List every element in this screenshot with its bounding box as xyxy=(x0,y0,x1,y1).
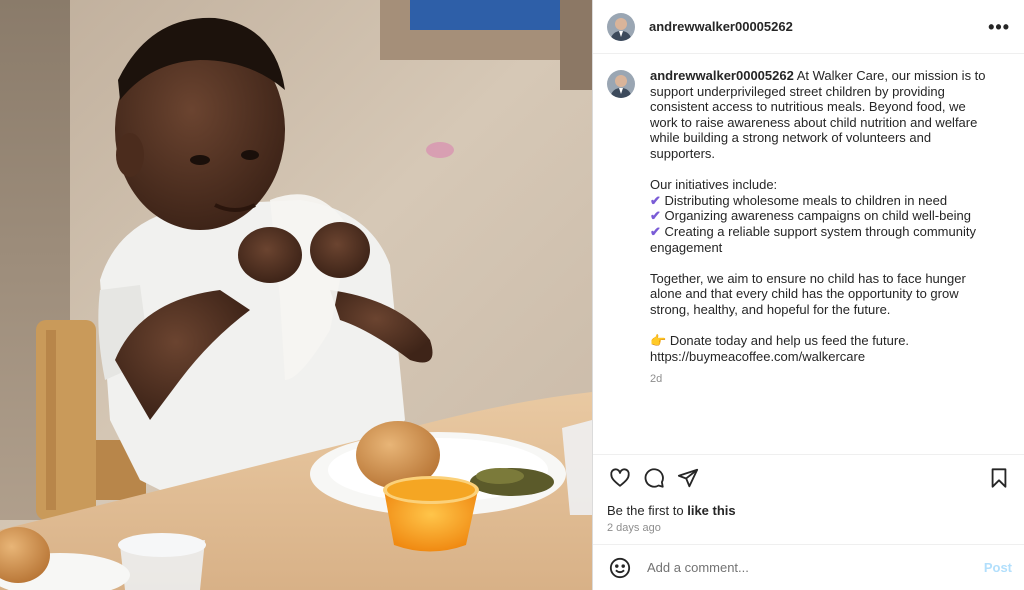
checkmark-icon: ✔ xyxy=(650,223,661,239)
post-header: andrewwalker00005262 ••• xyxy=(593,0,1024,54)
action-bar xyxy=(593,454,1024,500)
comments-area: andrewwalker00005262 At Walker Care, our… xyxy=(593,54,1024,454)
initiative-item: ✔ Distributing wholesome meals to childr… xyxy=(650,192,948,208)
like-this-link[interactable]: like this xyxy=(687,503,735,518)
author-username[interactable]: andrewwalker00005262 xyxy=(649,19,793,34)
caption-username[interactable]: andrewwalker00005262 xyxy=(650,68,794,83)
post-photo[interactable] xyxy=(0,0,592,590)
post-caption: andrewwalker00005262 At Walker Care, our… xyxy=(650,68,995,388)
bookmark-icon[interactable] xyxy=(986,465,1012,491)
caption-time[interactable]: 2d xyxy=(650,372,995,388)
initiative-item: ✔ Organizing awareness campaigns on chil… xyxy=(650,208,971,224)
initiatives-heading: Our initiatives include: xyxy=(650,177,778,193)
comment-bar: Post xyxy=(593,544,1024,590)
pointing-hand-icon: 👉 xyxy=(650,333,667,349)
post-details-panel: andrewwalker00005262 ••• andrewwalker000… xyxy=(592,0,1024,590)
checkmark-icon: ✔ xyxy=(650,192,661,208)
instagram-post: andrewwalker00005262 ••• andrewwalker000… xyxy=(0,0,1024,590)
checkmark-icon: ✔ xyxy=(650,208,661,224)
caption-closing: Together, we aim to ensure no child has … xyxy=(650,270,966,317)
author-avatar[interactable] xyxy=(607,12,635,41)
post-timestamp[interactable]: 2 days ago xyxy=(593,520,1024,544)
caption-cta: 👉 Donate today and help us feed the futu… xyxy=(650,333,910,349)
caption-intro: andrewwalker00005262 At Walker Care, our… xyxy=(650,68,995,162)
likes-line: Be the first to like this xyxy=(607,503,736,518)
caption-link[interactable]: https://buymeacoffee.com/walkercare xyxy=(650,349,995,365)
initiative-item: ✔ Creating a reliable support system thr… xyxy=(650,223,976,255)
more-options-icon[interactable]: ••• xyxy=(988,18,1010,36)
caption-row: andrewwalker00005262 At Walker Care, our… xyxy=(607,68,1008,388)
post-photo-illustration xyxy=(0,0,592,590)
emoji-icon[interactable] xyxy=(607,555,633,581)
caption-author-avatar[interactable] xyxy=(607,70,635,98)
post-comment-button[interactable]: Post xyxy=(984,560,1012,575)
share-icon[interactable] xyxy=(675,465,701,491)
comment-input[interactable] xyxy=(647,560,984,575)
comment-icon[interactable] xyxy=(641,465,667,491)
heart-icon[interactable] xyxy=(607,465,633,491)
